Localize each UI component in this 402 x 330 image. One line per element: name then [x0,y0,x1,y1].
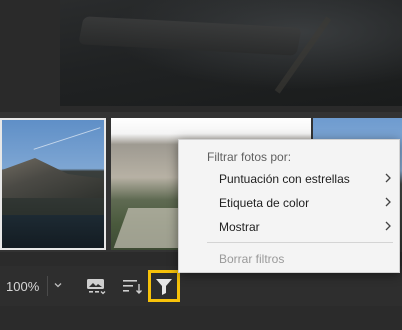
chevron-right-icon [385,221,391,231]
filter-icon [156,279,172,295]
photo-preview-area [0,0,402,112]
menu-item-label: Borrar filtros [219,252,285,266]
menu-item-label: Etiqueta de color [219,196,310,210]
menu-item-show[interactable]: Mostrar [179,215,399,239]
thumbnail-lake-detail [2,215,104,248]
sort-icon [123,280,142,294]
zoom-divider [47,276,48,296]
thumbnail-mountain-detail [2,158,104,198]
zoom-select[interactable]: 100% [0,272,68,300]
filter-menu: Filtrar fotos por: Puntuación con estrel… [178,139,400,273]
chevron-right-icon [385,197,391,207]
main-photo-preview [60,0,402,106]
menu-item-label: Puntuación con estrellas [219,172,350,186]
chevron-right-icon [385,173,391,183]
menu-item-clear-filters[interactable]: Borrar filtros [179,247,399,271]
status-bar [0,306,402,330]
zoom-value: 100% [6,279,40,294]
photo-rock-detail [78,16,302,56]
menu-item-star-rating[interactable]: Puntuación con estrellas [179,167,399,191]
filter-menu-header: Filtrar fotos por: [207,150,292,164]
filmstrip-thumbnail-selected[interactable] [0,118,106,250]
menu-item-label: Mostrar [219,220,260,234]
filter-button[interactable] [148,270,180,302]
menu-item-color-label[interactable]: Etiqueta de color [179,191,399,215]
image-info-icon [87,279,106,295]
image-info-button[interactable] [82,272,110,300]
menu-divider [207,242,393,243]
chevron-down-icon [54,283,62,288]
sort-button[interactable] [118,272,146,300]
thumbnail-sky-detail [33,127,101,150]
